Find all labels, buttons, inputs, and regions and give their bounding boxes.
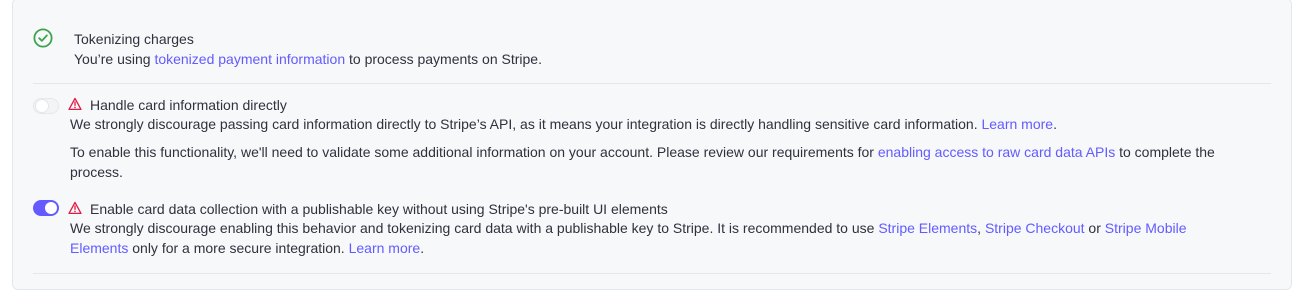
tokenized-payment-information-link[interactable]: tokenized payment information <box>154 51 345 67</box>
warning-icon <box>68 201 82 215</box>
publishable-key-collection-toggle[interactable] <box>33 200 59 216</box>
learn-more-link[interactable]: Learn more <box>981 116 1053 132</box>
handle-card-information-toggle[interactable] <box>33 98 59 114</box>
note-text: to complete the <box>1115 144 1215 160</box>
toggle-knob <box>36 100 48 112</box>
divider <box>33 273 1271 274</box>
setting-note-continued: process. <box>70 164 123 180</box>
description-text: We strongly discourage passing card info… <box>70 116 982 132</box>
divider <box>33 83 1271 84</box>
integration-settings-panel: Tokenizing charges You’re using tokenize… <box>12 0 1292 290</box>
setting-title: Enable card data collection with a publi… <box>90 201 668 217</box>
setting-title: Handle card information directly <box>90 97 287 113</box>
setting-description: You’re using tokenized payment informati… <box>74 49 542 70</box>
toggle-knob <box>45 202 57 214</box>
description-text: We strongly discourage enabling this beh… <box>70 220 879 236</box>
stripe-elements-link[interactable]: Stripe Elements <box>878 220 977 236</box>
setting-description: We strongly discourage passing card info… <box>70 114 1057 135</box>
description-text: or <box>1084 220 1105 236</box>
raw-card-data-apis-link[interactable]: enabling access to raw card data APIs <box>878 144 1115 160</box>
setting-description-continued: Elements only for a more secure integrat… <box>70 238 424 259</box>
description-text: You’re using <box>74 51 155 67</box>
note-text: To enable this functionality, we'll need… <box>70 144 878 160</box>
description-text: . <box>1053 116 1057 132</box>
setting-description: We strongly discourage enabling this beh… <box>70 218 1186 239</box>
check-circle-icon <box>33 28 53 48</box>
description-text: to process payments on Stripe. <box>345 51 542 67</box>
stripe-mobile-elements-link[interactable]: Stripe Mobile <box>1105 220 1187 236</box>
warning-icon <box>68 97 82 111</box>
stripe-mobile-elements-link[interactable]: Elements <box>70 240 128 256</box>
description-text: . <box>420 240 425 256</box>
description-text: only for a more secure integration. <box>128 240 349 256</box>
setting-title: Tokenizing charges <box>74 31 194 47</box>
description-text: , <box>977 220 985 236</box>
stripe-checkout-link[interactable]: Stripe Checkout <box>985 220 1085 236</box>
learn-more-link[interactable]: Learn more <box>349 240 421 256</box>
setting-note: To enable this functionality, we'll need… <box>70 142 1215 163</box>
